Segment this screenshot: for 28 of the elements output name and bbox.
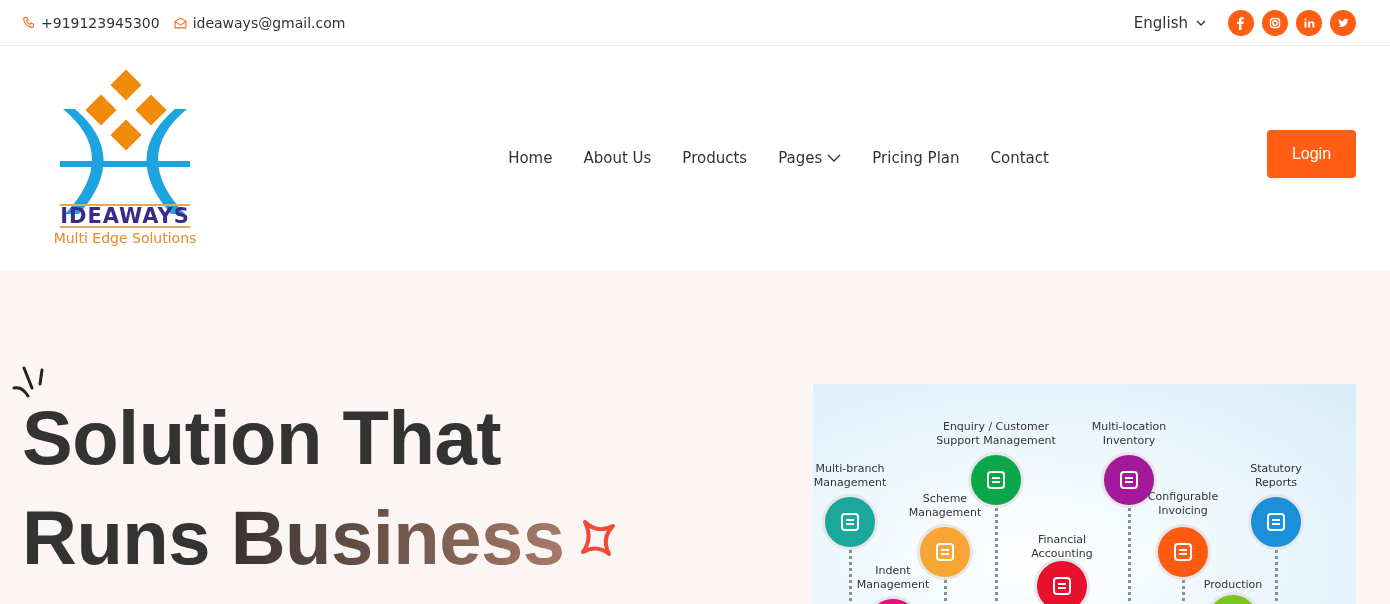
linkedin-icon[interactable] (1296, 9, 1322, 36)
nav-link[interactable]: Home (508, 149, 553, 167)
phone-icon (22, 16, 35, 29)
instagram-icon[interactable] (1262, 9, 1288, 36)
module-label: Enquiry / Customer Support Management (935, 420, 1057, 448)
module-label: Scheme Management (907, 492, 983, 520)
module-label: Financial Accounting (1030, 533, 1094, 561)
module-label: Indent Management (855, 564, 931, 592)
facebook-icon[interactable] (1228, 9, 1254, 36)
phone-number: +919123945300 (41, 14, 160, 31)
nav-link[interactable]: Contact (990, 149, 1049, 167)
nav-link[interactable]: Products (682, 149, 748, 167)
chevron-down-icon (1196, 19, 1206, 26)
twitter-icon[interactable] (1330, 9, 1356, 36)
module-label: Statutory Reports (1249, 462, 1303, 490)
hero-title-line: Solution That (22, 394, 502, 482)
envelope-icon (173, 16, 187, 29)
logo-tagline: Multi Edge Solutions (53, 230, 197, 246)
module-label: Production (1202, 578, 1264, 592)
email-address: ideaways@gmail.com (192, 14, 346, 31)
language-selector[interactable]: English (1133, 13, 1206, 32)
nav-link[interactable]: About Us (583, 149, 652, 167)
nav-link[interactable]: Pages (778, 149, 842, 167)
module-label: Configurable Invoicing (1146, 490, 1220, 518)
logo-wordmark: IDEAWAYS (60, 204, 190, 228)
module-label: Multi-location Inventory (1090, 420, 1168, 448)
nav-link[interactable]: Pricing Plan (872, 149, 960, 167)
module-label: Multi-branch Management (813, 462, 888, 490)
